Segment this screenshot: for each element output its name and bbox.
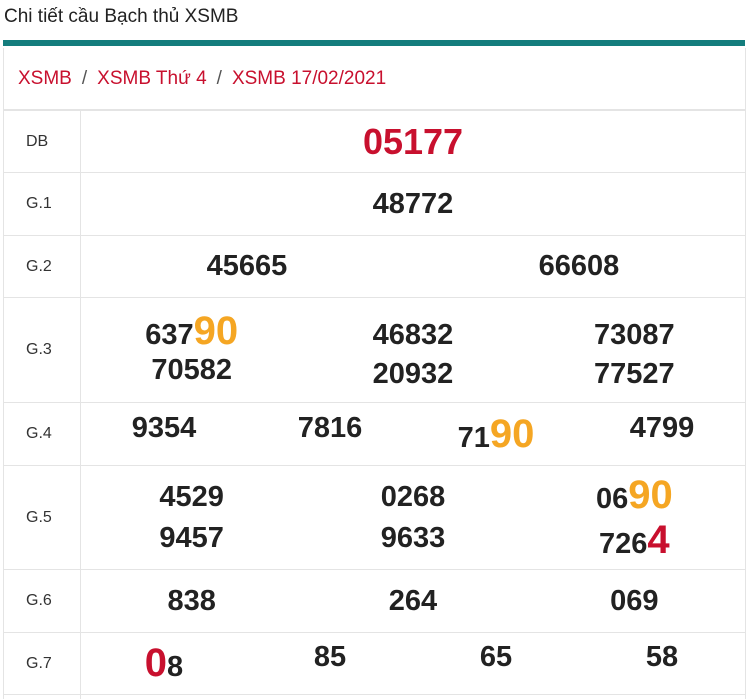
prize-label-db: DB bbox=[3, 110, 81, 173]
g5-number-1: 4529 bbox=[159, 480, 224, 513]
g3-number-3: 73087 bbox=[593, 319, 675, 351]
table-row-g5: G.5 4529 9457 0268 9633 0690 7264 bbox=[3, 465, 746, 570]
special-prize-number: 05177 bbox=[362, 120, 464, 162]
g5-number-3-highlight: 90 bbox=[628, 472, 673, 517]
g3-number-2: 46832 bbox=[372, 319, 454, 351]
g4-number-2: 7816 bbox=[297, 411, 363, 444]
prize-label-g3: G.3 bbox=[3, 297, 81, 403]
g3-column-1: 63790 70582 bbox=[81, 309, 302, 391]
prize-label-g4: G.4 bbox=[3, 402, 81, 466]
g3-number-6: 77527 bbox=[593, 358, 675, 390]
g7-number-4: 58 bbox=[645, 641, 679, 673]
prize-label-g6: G.6 bbox=[3, 569, 81, 633]
table-row-spacer bbox=[3, 694, 746, 699]
table-row-g7: G.7 08 85 65 58 bbox=[3, 632, 746, 695]
g3-number-5: 20932 bbox=[372, 358, 454, 390]
table-row-g3: G.3 63790 70582 46832 20932 73087 77527 bbox=[3, 297, 746, 403]
g5-number-6-prefix: 726 bbox=[599, 527, 648, 560]
breadcrumb-separator: / bbox=[216, 67, 222, 89]
g5-column-3: 0690 7264 bbox=[524, 473, 745, 563]
g6-number-3: 069 bbox=[610, 584, 659, 617]
table-row-g4: G.4 9354 7816 7190 4799 bbox=[3, 402, 746, 466]
breadcrumb-link-xsmb[interactable]: XSMB bbox=[18, 68, 72, 90]
table-row-g1: G.1 48772 bbox=[3, 172, 746, 236]
table-row-g2: G.2 45665 66608 bbox=[3, 235, 746, 298]
g5-column-2: 0268 9633 bbox=[302, 473, 523, 563]
g5-number-4: 9457 bbox=[159, 521, 224, 554]
prize-label-g5: G.5 bbox=[3, 465, 81, 570]
g7-number-2: 85 bbox=[313, 641, 347, 673]
g7-number-1-highlight: 0 bbox=[144, 641, 168, 685]
g3-number-1-prefix: 637 bbox=[145, 319, 194, 351]
g5-number-6: 7264 bbox=[599, 518, 670, 563]
results-table: DB 05177 G.1 48772 G.2 45665 66608 G.3 6… bbox=[3, 110, 746, 699]
g6-number-2: 264 bbox=[388, 584, 438, 617]
title-accent-bar bbox=[3, 40, 745, 46]
table-row-g6: G.6 838 264 069 bbox=[3, 569, 746, 633]
g5-number-5: 9633 bbox=[380, 521, 446, 554]
g4-number-4: 4799 bbox=[629, 411, 695, 444]
g1-number: 48772 bbox=[372, 187, 454, 220]
g3-number-1-highlight: 90 bbox=[193, 309, 239, 353]
g5-number-6-highlight: 4 bbox=[647, 517, 670, 562]
g4-number-3-highlight: 90 bbox=[489, 411, 535, 456]
table-row-db: DB 05177 bbox=[3, 110, 746, 173]
breadcrumb-link-xsmb-thu-4[interactable]: XSMB Thứ 4 bbox=[97, 68, 207, 90]
prize-label-g7: G.7 bbox=[3, 632, 81, 695]
g3-number-4: 70582 bbox=[151, 354, 232, 386]
g5-number-2: 0268 bbox=[380, 480, 446, 513]
breadcrumb-link-xsmb-date[interactable]: XSMB 17/02/2021 bbox=[232, 68, 386, 90]
g7-number-3: 65 bbox=[479, 641, 513, 673]
g5-column-1: 4529 9457 bbox=[81, 473, 302, 563]
g2-number-2: 66608 bbox=[538, 250, 620, 282]
g5-number-3-prefix: 06 bbox=[595, 482, 629, 515]
g6-number-1: 838 bbox=[167, 584, 216, 617]
g4-number-3-prefix: 71 bbox=[457, 421, 490, 454]
g7-number-1-suffix: 8 bbox=[167, 651, 184, 683]
g3-column-3: 73087 77527 bbox=[524, 309, 745, 391]
g3-number-1: 63790 bbox=[145, 309, 238, 354]
prize-label-g1: G.1 bbox=[3, 172, 81, 236]
page-title: Chi tiết cầu Bạch thủ XSMB bbox=[4, 6, 239, 27]
g7-number-1: 08 bbox=[81, 641, 247, 686]
g4-number-1: 9354 bbox=[131, 411, 197, 444]
g3-column-2: 46832 20932 bbox=[302, 309, 523, 391]
g4-number-3: 7190 bbox=[413, 412, 579, 457]
breadcrumb-separator: / bbox=[81, 67, 88, 89]
g5-number-3: 0690 bbox=[596, 473, 673, 518]
prize-label-g2: G.2 bbox=[3, 235, 81, 298]
breadcrumb: XSMB / XSMB Thứ 4 / XSMB 17/02/2021 bbox=[3, 48, 746, 110]
g2-number-1: 45665 bbox=[206, 250, 288, 282]
